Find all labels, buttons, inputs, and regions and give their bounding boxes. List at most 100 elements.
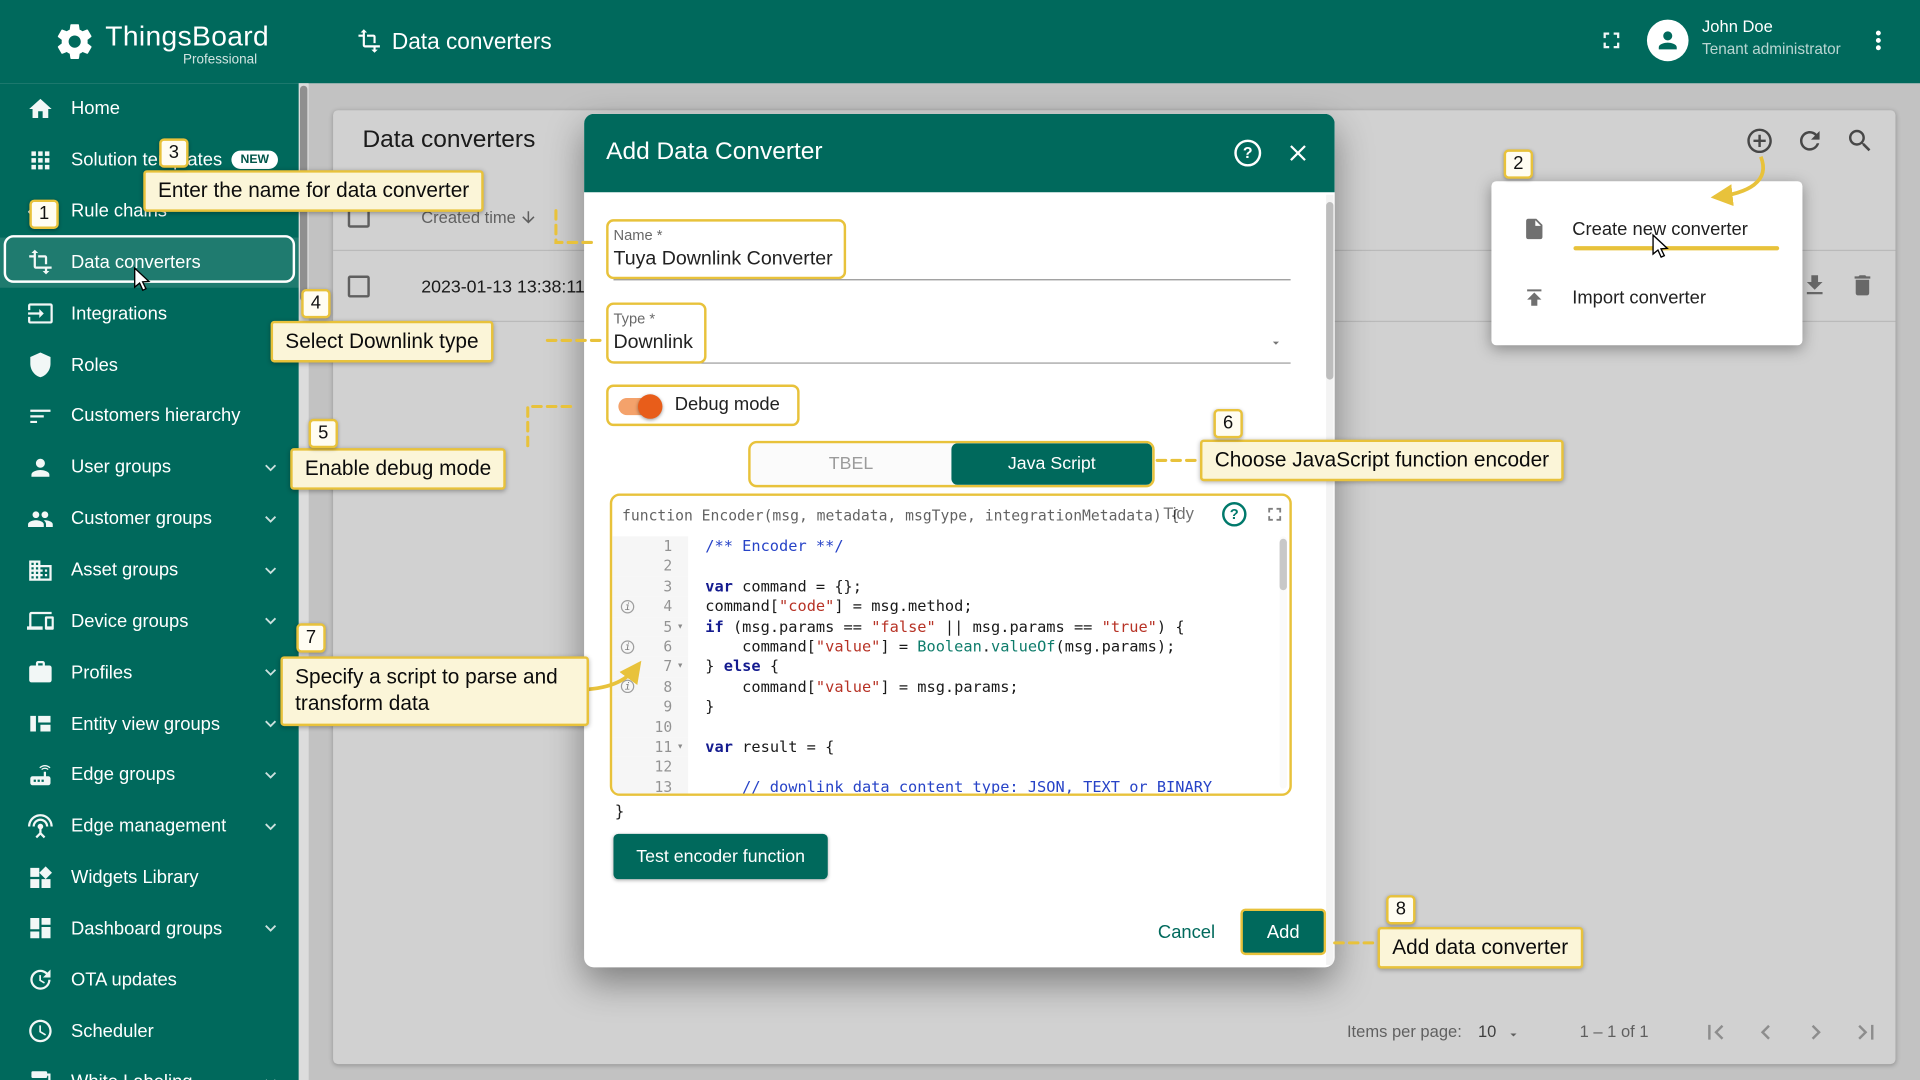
code-line-7: 7 ▾} else { [612, 656, 1289, 677]
sidebar-item-entity-view-groups[interactable]: Entity view groups [0, 698, 299, 749]
sidebar-item-customers-hierarchy[interactable]: Customers hierarchy [0, 391, 299, 442]
script-language-toggle: TBEL Java Script [748, 440, 1155, 488]
cancel-button[interactable]: Cancel [1144, 922, 1230, 943]
fold-icon: ▾ [676, 740, 684, 753]
thingsboard-logo-icon [54, 21, 96, 63]
domain-icon [27, 557, 54, 584]
transform-icon [356, 28, 382, 54]
line-gutter: 10 [612, 716, 689, 738]
close-icon[interactable] [1284, 140, 1311, 167]
sidebar-item-customer-groups[interactable]: Customer groups [0, 493, 299, 544]
code-line-9: 9} [612, 696, 1289, 717]
sidebar-item-device-groups[interactable]: Device groups [0, 596, 299, 647]
upload-icon [1522, 285, 1546, 309]
script-editor[interactable]: function Encoder(msg, metadata, msgType,… [609, 493, 1292, 796]
tutorial-label-4: Select Downlink type [270, 320, 494, 363]
tutorial-label-7: Specify a script to parse and transform … [280, 656, 589, 726]
dashboard-icon [27, 915, 54, 942]
code-line-4: i 4 command["code"] = msg.method; [612, 596, 1289, 617]
name-field[interactable]: Name * Tuya Downlink Converter [613, 224, 1291, 281]
sidebar-item-edge-management[interactable]: Edge management [0, 801, 299, 852]
code-lines[interactable]: 1/** Encoder **/2 3 var command = {}; i 4 com… [612, 533, 1289, 794]
sidebar-item-label: Device groups [71, 610, 189, 632]
debug-toggle[interactable] [618, 394, 663, 419]
debug-label: Debug mode [674, 394, 780, 416]
tutorial-step-3: 3 [159, 138, 189, 168]
sidebar-item-label: Edge groups [71, 764, 176, 786]
sidebar-item-user-groups[interactable]: User groups [0, 442, 299, 493]
sidebar-item-dashboard-groups[interactable]: Dashboard groups [0, 903, 299, 954]
tutorial-step-7: 7 [296, 623, 326, 653]
tab-tbel[interactable]: TBEL [751, 443, 952, 485]
sidebar-item-home[interactable]: Home [0, 83, 299, 134]
add-button[interactable]: Add [1240, 908, 1327, 956]
function-signature: function Encoder(msg, metadata, msgType,… [622, 506, 1180, 525]
sidebar-item-label: Data converters [71, 252, 201, 274]
line-gutter: 2 [612, 556, 689, 577]
sidebar-item-white-labeling[interactable]: White Labeling [0, 1057, 299, 1080]
sidebar-item-asset-groups[interactable]: Asset groups [0, 544, 299, 595]
type-value: Downlink [613, 331, 693, 353]
line-gutter: i4 [612, 596, 689, 617]
tutorial-step-6: 6 [1213, 408, 1243, 439]
create-converter-menu: Create new converter Import converter [1491, 181, 1803, 346]
code-line-12: 12 [612, 757, 1289, 778]
tab-javascript[interactable]: Java Script [951, 443, 1153, 485]
sort-icon [27, 403, 54, 430]
code-line-11: 11 ▾ var result = { [612, 737, 1289, 758]
dialog-scrollbar[interactable] [1326, 194, 1334, 965]
editor-fullscreen-icon[interactable] [1264, 503, 1286, 525]
editor-help-icon[interactable]: ? [1222, 502, 1247, 527]
sidebar-scrollbar[interactable] [298, 83, 309, 1080]
code-line-5: 5 ▾ if (msg.params == "false" || msg.param… [612, 616, 1289, 637]
tidy-button[interactable]: Tidy [1163, 504, 1194, 522]
sidebar-item-label: Customer groups [71, 508, 212, 530]
clock-icon [27, 1018, 54, 1045]
code-line-6: i6 command["value"] = Boolean.valueOf(ms… [612, 636, 1289, 657]
sidebar-item-label: Widgets Library [71, 867, 199, 888]
tutorial-label-5: Enable debug mode [290, 448, 506, 491]
sidebar-item-scheduler[interactable]: Scheduler [0, 1006, 299, 1057]
chevron-down-icon [260, 610, 282, 632]
sidebar-item-edge-groups[interactable]: Edge groups [0, 749, 299, 800]
line-gutter: 9 [612, 696, 689, 717]
sidebar-item-label: Edge management [71, 815, 227, 837]
widgets-icon [27, 864, 54, 891]
file-icon [1522, 217, 1546, 241]
test-encoder-button[interactable]: Test encoder function [613, 833, 828, 880]
sidebar: Home Solution templates NEW Rule chains Data… [0, 83, 299, 1080]
editor-scrollbar[interactable] [1279, 536, 1287, 789]
sidebar-item-label: Entity view groups [71, 713, 221, 735]
sidebar-item-ota-updates[interactable]: OTA updates [0, 954, 299, 1005]
sidebar-item-label: Integrations [71, 303, 168, 325]
router-icon [27, 761, 54, 788]
home-icon [27, 95, 54, 122]
fullscreen-icon[interactable] [1598, 27, 1625, 54]
code-line-8: i8 command["value"] = msg.params; [612, 676, 1289, 697]
sidebar-item-label: Scheduler [71, 1020, 154, 1042]
sidebar-item-roles[interactable]: Roles [0, 339, 299, 390]
editor-toolbar: function Encoder(msg, metadata, msgType,… [612, 496, 1289, 533]
type-select[interactable]: Type * Downlink [613, 307, 1291, 364]
tutorial-step-4: 4 [301, 288, 331, 319]
menu-item-create-new-converter[interactable]: Create new converter [1491, 195, 1802, 264]
sidebar-item-label: Home [71, 98, 121, 120]
sidebar-item-profiles[interactable]: Profiles [0, 647, 299, 698]
menu-item-import-converter[interactable]: Import converter [1491, 263, 1802, 332]
fold-icon: ▾ [676, 620, 684, 633]
sidebar-item-widgets-library[interactable]: Widgets Library [0, 852, 299, 903]
help-icon[interactable]: ? [1234, 139, 1262, 167]
people-icon [27, 505, 54, 532]
tutorial-label-3: Enter the name for data converter [143, 170, 484, 213]
kebab-menu-icon[interactable] [1864, 26, 1893, 55]
chevron-down-icon [260, 457, 282, 479]
avatar[interactable] [1646, 19, 1689, 62]
user-role: Tenant administrator [1702, 40, 1841, 58]
code-line-10: 10 [612, 716, 1289, 738]
view-quilt-icon [27, 710, 54, 737]
top-bar: ThingsBoard Professional Data converters… [0, 0, 1920, 84]
sidebar-item-label: Dashboard groups [71, 918, 223, 940]
sidebar-item-data-converters[interactable]: Data converters [0, 236, 299, 289]
sidebar-item-label: Solution templates [71, 149, 223, 171]
sidebar-item-integrations[interactable]: Integrations [0, 288, 299, 339]
